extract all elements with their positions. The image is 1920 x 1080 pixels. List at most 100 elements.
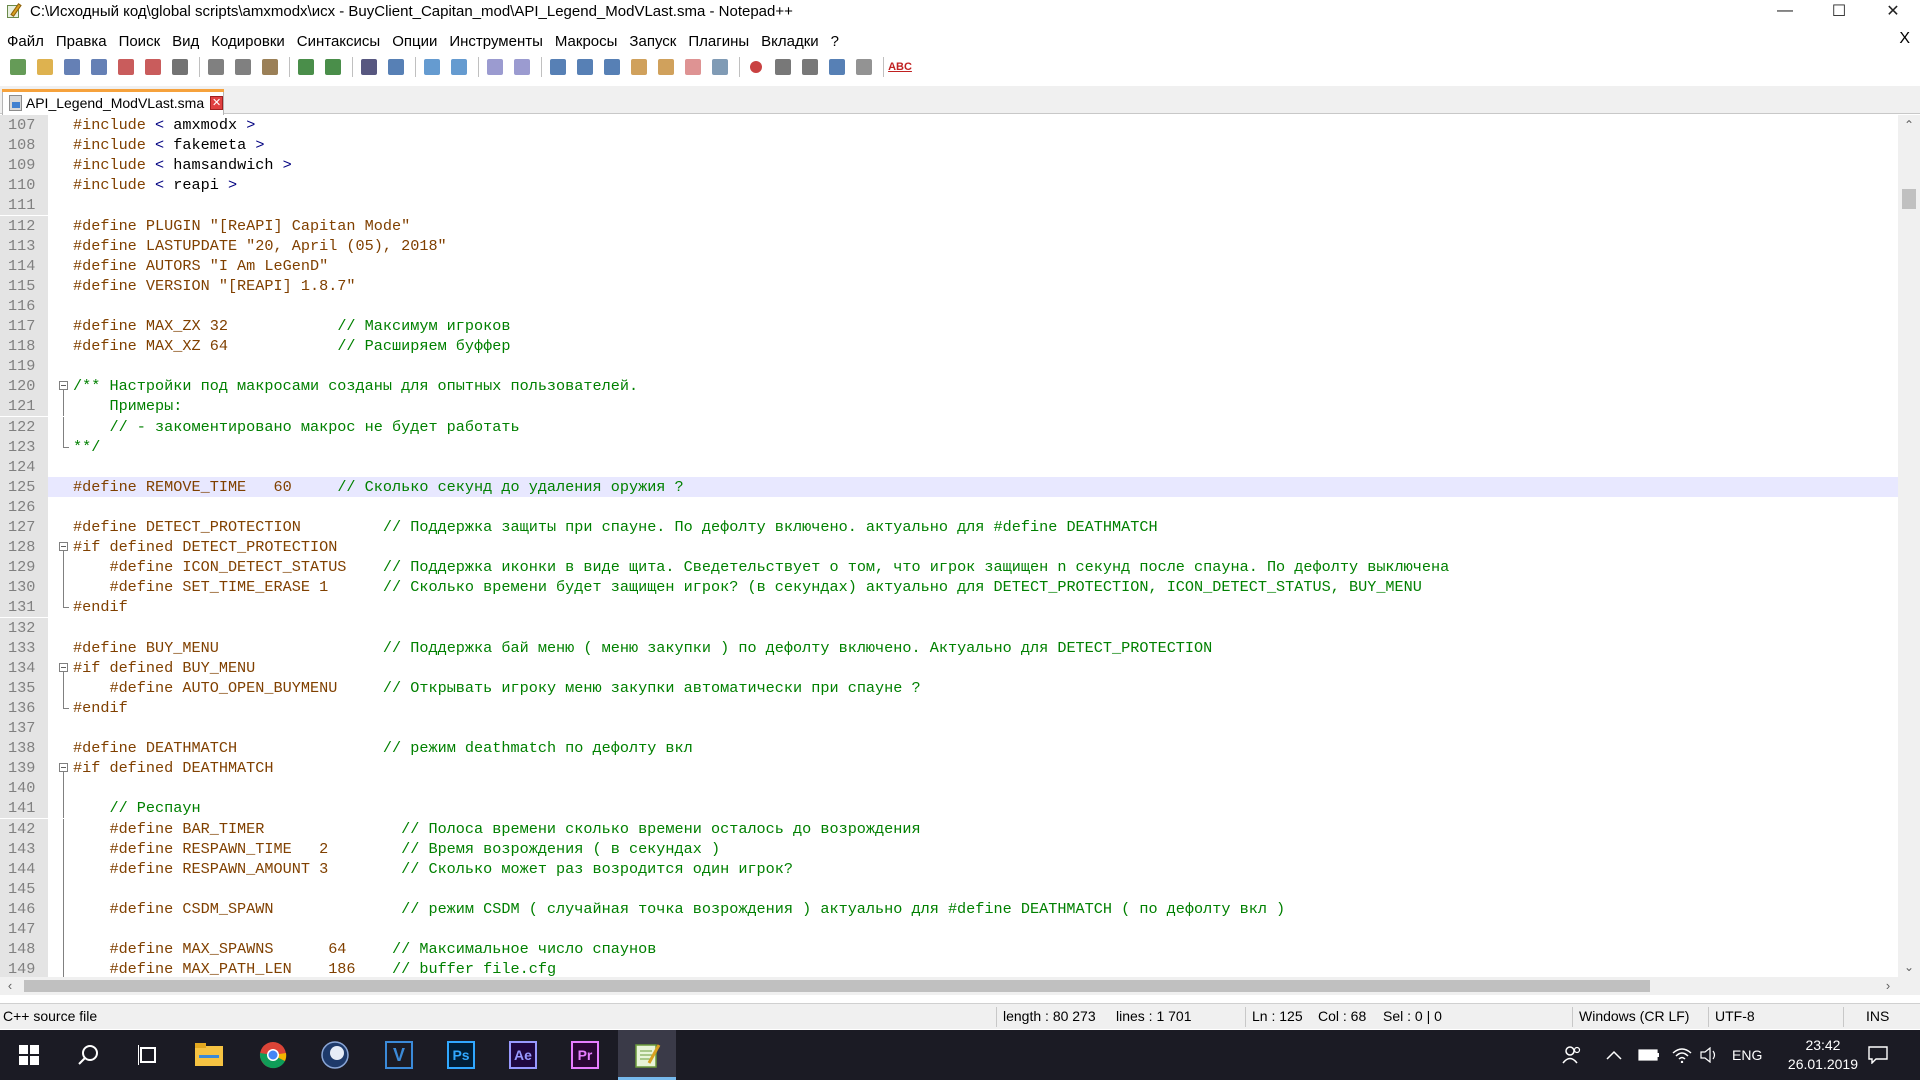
menu-edit[interactable]: Правка bbox=[56, 33, 107, 50]
code-line[interactable]: 144 #define RESPAWN_AMOUNT 3 // Сколько … bbox=[0, 858, 1898, 879]
code-line[interactable]: 115 #define VERSION "[REAPI] 1.8.7" bbox=[0, 275, 1898, 296]
run-macro-multiple-button[interactable] bbox=[825, 56, 849, 78]
status-eol[interactable]: Windows (CR LF) bbox=[1579, 1008, 1689, 1024]
close-file-button[interactable] bbox=[114, 56, 138, 78]
battery-button[interactable] bbox=[1638, 1030, 1660, 1080]
code-line[interactable]: 143 #define RESPAWN_TIME 2 // Время возр… bbox=[0, 838, 1898, 859]
monitoring-button[interactable] bbox=[708, 56, 732, 78]
document-tab[interactable]: API_Legend_ModVLast.sma ✕ bbox=[2, 89, 224, 115]
show-all-chars-button[interactable] bbox=[573, 56, 597, 78]
action-center-button[interactable] bbox=[1868, 1030, 1888, 1080]
stop-macro-button[interactable] bbox=[771, 56, 795, 78]
close-all-button[interactable] bbox=[141, 56, 165, 78]
task-view-button[interactable] bbox=[120, 1030, 178, 1080]
code-line[interactable]: 118 #define MAX_XZ 64 // Расширяем буффер bbox=[0, 336, 1898, 357]
fold-toggle-icon[interactable] bbox=[56, 376, 72, 397]
code-line[interactable]: 125 #define REMOVE_TIME 60 // Сколько сек… bbox=[0, 476, 1898, 497]
scroll-down-icon[interactable]: ⌄ bbox=[1898, 957, 1920, 977]
save-all-button[interactable] bbox=[87, 56, 111, 78]
code-line[interactable]: 126 bbox=[0, 496, 1898, 517]
menu-file[interactable]: Файл bbox=[7, 33, 44, 50]
code-line[interactable]: 132 bbox=[0, 617, 1898, 638]
fold-toggle-icon[interactable] bbox=[56, 537, 72, 558]
menu-macro[interactable]: Макросы bbox=[555, 33, 618, 50]
code-line[interactable]: 112 #define PLUGIN "[ReAPI] Capitan Mode" bbox=[0, 215, 1898, 236]
menu-plugins[interactable]: Плагины bbox=[688, 33, 749, 50]
code-line[interactable]: 137 bbox=[0, 718, 1898, 738]
menu-view[interactable]: Вид bbox=[172, 33, 199, 50]
vertical-scrollbar[interactable]: ⌃ ⌄ bbox=[1898, 115, 1920, 977]
play-macro-button[interactable] bbox=[798, 56, 822, 78]
taskbar-after-effects[interactable]: Ae bbox=[494, 1030, 552, 1080]
code-line[interactable]: 110 #include < reapi > bbox=[0, 175, 1898, 196]
horizontal-scrollbar[interactable]: ‹ › bbox=[0, 977, 1898, 995]
vertical-scroll-thumb[interactable] bbox=[1902, 189, 1916, 209]
close-button[interactable]: ✕ bbox=[1866, 0, 1920, 22]
code-line[interactable]: 134 #if defined BUY_MENU bbox=[0, 657, 1898, 678]
code-line[interactable]: 128 #if defined DETECT_PROTECTION bbox=[0, 537, 1898, 558]
code-line[interactable]: 138 #define DEATHMATCH // режим deathmatc… bbox=[0, 738, 1898, 759]
spellcheck-button[interactable]: ABC bbox=[888, 56, 912, 78]
word-wrap-button[interactable] bbox=[546, 56, 570, 78]
find-button[interactable] bbox=[357, 56, 381, 78]
menu-tools[interactable]: Инструменты bbox=[449, 33, 543, 50]
cut-button[interactable] bbox=[204, 56, 228, 78]
sync-horizontal-button[interactable] bbox=[510, 56, 534, 78]
menu-search[interactable]: Поиск bbox=[119, 33, 161, 50]
menu-encoding[interactable]: Кодировки bbox=[211, 33, 284, 50]
code-line[interactable]: 108 #include < fakemeta > bbox=[0, 135, 1898, 156]
open-file-button[interactable] bbox=[33, 56, 57, 78]
save-macro-button[interactable] bbox=[852, 56, 876, 78]
code-line[interactable]: 114 #define AUTORS "I Am LeGenD" bbox=[0, 255, 1898, 276]
volume-button[interactable] bbox=[1700, 1030, 1720, 1080]
folder-workspace-button[interactable] bbox=[681, 56, 705, 78]
code-line[interactable]: 131 #endif bbox=[0, 597, 1898, 618]
taskbar-chrome[interactable] bbox=[244, 1030, 302, 1080]
code-line[interactable]: 147 bbox=[0, 919, 1898, 939]
code-line[interactable]: 113 #define LASTUPDATE "20, April (05), 2… bbox=[0, 235, 1898, 256]
taskbar-clock[interactable]: 23:42 26.01.2019 bbox=[1788, 1036, 1858, 1074]
code-line[interactable]: 111 bbox=[0, 195, 1898, 216]
taskbar-file-explorer[interactable] bbox=[180, 1030, 238, 1080]
code-line[interactable]: 117 #define MAX_ZX 32 // Максимум игроков bbox=[0, 316, 1898, 336]
sync-vertical-button[interactable] bbox=[483, 56, 507, 78]
people-button[interactable] bbox=[1562, 1030, 1582, 1080]
start-button[interactable] bbox=[0, 1030, 58, 1080]
horizontal-scroll-thumb[interactable] bbox=[24, 980, 1650, 992]
copy-button[interactable] bbox=[231, 56, 255, 78]
doc-map-button[interactable] bbox=[627, 56, 651, 78]
code-line[interactable]: 141 // Респаун bbox=[0, 798, 1898, 819]
code-line[interactable]: 122 // - закоментировано макрос не будет… bbox=[0, 416, 1898, 437]
taskbar-search-button[interactable] bbox=[60, 1030, 118, 1080]
code-line[interactable]: 148 #define MAX_SPAWNS 64 // Максимально… bbox=[0, 939, 1898, 960]
tab-close-icon[interactable]: ✕ bbox=[210, 95, 223, 110]
code-line[interactable]: 145 bbox=[0, 878, 1898, 899]
code-line[interactable]: 107 #include < amxmodx > bbox=[0, 115, 1898, 135]
status-insert-mode[interactable]: INS bbox=[1866, 1008, 1889, 1024]
code-line[interactable]: 109 #include < hamsandwich > bbox=[0, 155, 1898, 176]
menu-help[interactable]: ? bbox=[831, 33, 839, 50]
maximize-button[interactable]: ☐ bbox=[1812, 0, 1866, 22]
code-line[interactable]: 140 bbox=[0, 778, 1898, 799]
undo-button[interactable] bbox=[294, 56, 318, 78]
code-line[interactable]: 120 /** Настройки под макросами созданы д… bbox=[0, 376, 1898, 397]
zoom-out-button[interactable] bbox=[447, 56, 471, 78]
code-line[interactable]: 124 bbox=[0, 456, 1898, 477]
code-line[interactable]: 127 #define DETECT_PROTECTION // Поддержк… bbox=[0, 517, 1898, 537]
minimize-button[interactable]: — bbox=[1758, 0, 1812, 22]
taskbar-premiere[interactable]: Pr bbox=[556, 1030, 614, 1080]
status-encoding[interactable]: UTF-8 bbox=[1715, 1008, 1755, 1024]
code-line[interactable]: 133 #define BUY_MENU // Поддержка бай мен… bbox=[0, 637, 1898, 658]
save-button[interactable] bbox=[60, 56, 84, 78]
taskbar-visual-studio-code[interactable]: V bbox=[370, 1030, 428, 1080]
code-line[interactable]: 146 #define CSDM_SPAWN // режим CSDM ( с… bbox=[0, 898, 1898, 919]
scroll-left-icon[interactable]: ‹ bbox=[0, 977, 20, 995]
code-line[interactable]: 119 bbox=[0, 356, 1898, 377]
indent-guide-button[interactable] bbox=[600, 56, 624, 78]
code-editor[interactable]: 107 #include < amxmodx >108 #include < fak… bbox=[0, 115, 1898, 977]
close-document-button[interactable]: X bbox=[1899, 30, 1910, 48]
code-line[interactable]: 130 #define SET_TIME_ERASE 1 // Сколько … bbox=[0, 577, 1898, 598]
menu-run[interactable]: Запуск bbox=[629, 33, 676, 50]
taskbar-notepadpp[interactable] bbox=[618, 1030, 676, 1080]
code-line[interactable]: 139 #if defined DEATHMATCH bbox=[0, 758, 1898, 779]
